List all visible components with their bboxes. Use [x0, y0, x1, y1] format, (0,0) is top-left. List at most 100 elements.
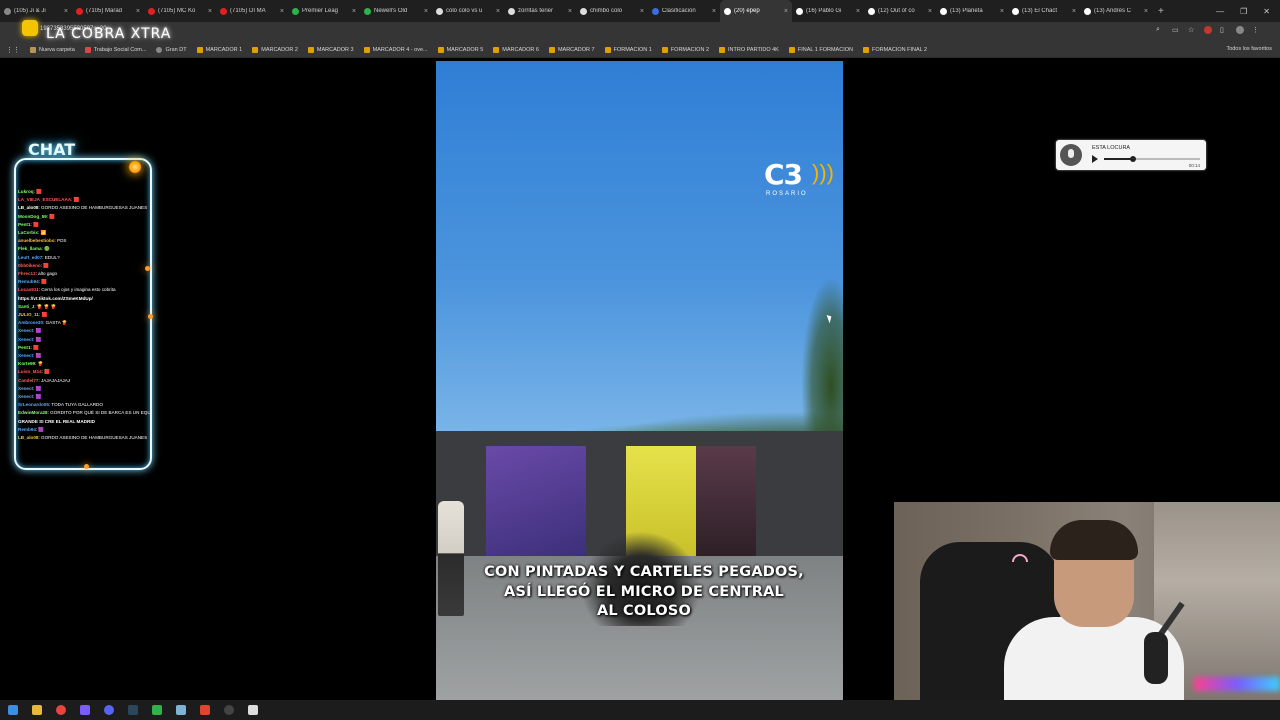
browser-tab[interactable]: (7105) MC Ko × [144, 0, 216, 22]
windows-start-icon[interactable] [8, 705, 18, 715]
bookmark-item[interactable]: FINAL 1 FORMACION [788, 46, 853, 53]
extension-icon[interactable] [1204, 26, 1212, 34]
bookmark-star-icon[interactable]: ☆ [1188, 26, 1196, 34]
zoom-icon[interactable]: ⌕ [1156, 26, 1164, 34]
bookmark-item[interactable]: Gran DT [156, 46, 187, 53]
bookmark-item[interactable]: MARCADOR 7 [548, 46, 595, 53]
audio-progress-knob[interactable] [1129, 156, 1136, 162]
app-grid-icon[interactable] [80, 705, 90, 715]
bookmark-item[interactable]: MARCADOR 1 [196, 46, 242, 53]
browser-tab[interactable]: Clasificación × [648, 0, 720, 22]
chrome-icon[interactable] [56, 705, 66, 715]
browser-tab[interactable]: colo colo vs u × [432, 0, 504, 22]
tab-title: (13) Planeta [950, 8, 983, 14]
browser-tab[interactable]: chimbo colo × [576, 0, 648, 22]
app-red-icon[interactable] [200, 705, 210, 715]
browser-tab[interactable]: Premier Leag × [288, 0, 360, 22]
bookmark-item[interactable]: MARCADOR 3 [307, 46, 354, 53]
browser-tab[interactable]: (7105) Marad × [72, 0, 144, 22]
chat-message: Xenect: 🟪 [18, 385, 150, 393]
tab-title: Newell's Old [374, 8, 408, 14]
bookmark-item[interactable]: FORMACION 2 [661, 46, 709, 53]
tab-close-icon[interactable]: × [1072, 8, 1076, 15]
bookmark-item[interactable]: MARCADOR 6 [493, 46, 539, 53]
tab-close-icon[interactable]: × [928, 8, 932, 15]
browser-tab[interactable]: Newell's Old × [360, 0, 432, 22]
chat-text: : GORDO ASESINO DE HAMBURGUESAS JUANES [38, 435, 148, 441]
discord-icon[interactable] [104, 705, 114, 715]
all-bookmarks-button[interactable]: Todos los favoritos [1226, 46, 1272, 52]
tab-close-icon[interactable]: × [568, 8, 572, 15]
notes-icon[interactable] [176, 705, 186, 715]
chat-username: MoonDog_59 [18, 213, 47, 219]
bookmark-item[interactable]: Nueva carpeta [30, 46, 75, 53]
chat-username: LaCorbix [18, 230, 38, 236]
browser-tab[interactable]: (7105) DI MA × [216, 0, 288, 22]
bookmark-favicon-icon [719, 46, 726, 53]
app-white-icon[interactable] [248, 705, 258, 715]
browser-tab[interactable]: (105) Ji & Ji × [0, 0, 72, 22]
audio-progress-bar[interactable] [1104, 156, 1200, 162]
browser-tab[interactable]: (16) Pablo Gi × [792, 0, 864, 22]
cast-icon[interactable]: ▭ [1172, 26, 1180, 34]
bookmark-favicon-icon [661, 46, 668, 53]
tab-title: (7105) MC Ko [158, 8, 196, 14]
tab-close-icon[interactable]: × [208, 8, 212, 15]
chat-username: Ambrose30 [18, 320, 44, 326]
bookmark-label: FINAL 1 FORMACION [797, 46, 853, 53]
chat-message: SrLeonardo05: TODA TUYA GALLARDO [18, 401, 150, 409]
browser-tab[interactable]: zorritas terier × [504, 0, 576, 22]
browser-tab[interactable]: (13) Andrés C × [1080, 0, 1152, 22]
bookmark-item[interactable]: MARCADOR 4 - ove... [363, 46, 428, 53]
tab-close-icon[interactable]: × [424, 8, 428, 15]
bookmark-item[interactable]: MARCADOR 5 [437, 46, 483, 53]
bookmark-item[interactable]: FORMACION FINAL 2 [862, 46, 927, 53]
chat-message: LA_VIEJA_ESCUELAAA: 🟥 [18, 196, 150, 204]
bookmark-item[interactable]: FORMACION 1 [604, 46, 652, 53]
chat-text: : PDS [54, 238, 67, 244]
tab-close-icon[interactable]: × [1144, 8, 1148, 15]
chat-message: LB_alo08: GORDO ASESINO DE HAMBURGUESAS … [18, 204, 150, 212]
browser-tab[interactable]: (13) El Chact × [1008, 0, 1080, 22]
close-window-button[interactable]: ✕ [1263, 7, 1270, 16]
tab-title: (13) Andrés C [1094, 8, 1132, 14]
obs-icon[interactable] [224, 705, 234, 715]
bookmark-item[interactable]: INTRO PARTIDO 4K [719, 46, 779, 53]
tab-close-icon[interactable]: × [640, 8, 644, 15]
new-tab-button[interactable]: + [1152, 6, 1170, 17]
profile-avatar-icon[interactable] [1236, 26, 1244, 34]
play-icon[interactable] [1092, 155, 1098, 163]
minimize-button[interactable]: — [1216, 7, 1224, 16]
maximize-button[interactable]: ❐ [1240, 7, 1247, 16]
tab-close-icon[interactable]: × [280, 8, 284, 15]
app-green-icon[interactable] [152, 705, 162, 715]
browser-tab[interactable]: (13) Planeta × [936, 0, 1008, 22]
chat-text: : 🟥 [40, 262, 50, 268]
chat-message: https://vt.tiktok.com/ZSmeKMdUp/ [18, 295, 150, 303]
tab-close-icon[interactable]: × [136, 8, 140, 15]
sidebar-icon[interactable]: ▯ [1220, 26, 1228, 34]
bookmark-item[interactable]: MARCADOR 2 [252, 46, 298, 53]
steam-icon[interactable] [128, 705, 138, 715]
file-explorer-icon[interactable] [32, 705, 42, 715]
tab-close-icon[interactable]: × [1000, 8, 1004, 15]
tab-favicon-icon [220, 7, 227, 15]
brand-title: LA COBRA XTRA [46, 26, 172, 42]
tab-close-icon[interactable]: × [496, 8, 500, 15]
chat-username: Fhrec12 [18, 271, 36, 277]
browser-tab[interactable]: (20) epep × [720, 0, 792, 22]
bookmark-favicon-icon [363, 46, 370, 53]
bookmark-favicon-icon [156, 46, 163, 53]
menu-icon[interactable]: ⋮ [1252, 26, 1260, 34]
chat-username: Xenect [18, 328, 34, 334]
tab-close-icon[interactable]: × [856, 8, 860, 15]
chat-text: : 🟪 [35, 426, 45, 432]
tab-close-icon[interactable]: × [64, 8, 68, 15]
tab-close-icon[interactable]: × [352, 8, 356, 15]
bookmark-item[interactable]: Trabajo Social Com... [84, 46, 146, 53]
tab-close-icon[interactable]: × [712, 8, 716, 15]
apps-grid-icon[interactable]: ⋮⋮ [6, 46, 20, 54]
tab-close-icon[interactable]: × [784, 8, 788, 15]
browser-tab[interactable]: (12) Out of co × [864, 0, 936, 22]
tab-title: chimbo colo [590, 8, 623, 14]
